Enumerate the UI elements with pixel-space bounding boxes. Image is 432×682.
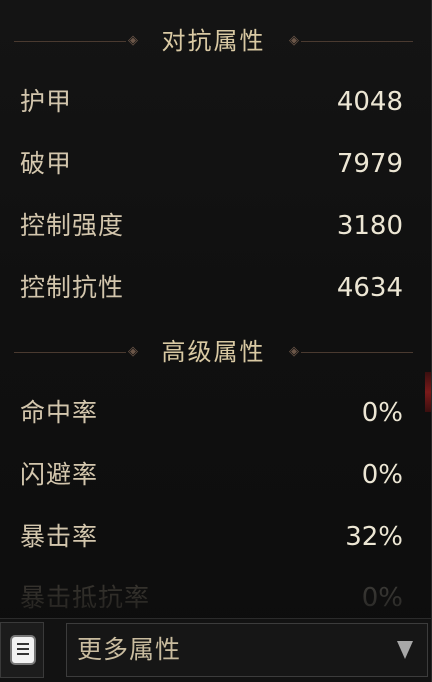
chevron-down-icon [397,641,413,659]
more-attributes-dropdown[interactable]: 更多属性 [66,623,428,677]
stat-row-control-resist: 控制抗性 4634 [20,268,403,308]
bottom-bar: 更多属性 [0,618,431,682]
stat-label: 护甲 [20,87,73,116]
stat-row-control-strength: 控制强度 3180 [20,206,403,246]
document-icon [12,637,34,663]
dropdown-label: 更多属性 [77,635,182,664]
stat-value: 4634 [336,273,403,303]
stat-value: 3180 [336,211,403,241]
stat-row-armor: 护甲 4048 [20,82,403,122]
ornament-icon: ◈ [289,344,299,359]
stat-label: 命中率 [20,398,99,427]
stat-row-dodge-rate: 闪避率 0% [20,455,403,495]
stat-row-crit-resist: 暴击抵抗率 0% [20,578,403,618]
stat-label: 控制抗性 [20,273,125,302]
stat-label: 暴击抵抗率 [20,583,151,612]
divider-line [301,352,413,353]
attributes-panel: ◈ 对抗属性 ◈ 护甲 4048 破甲 7979 控制强度 3180 控制抗性 … [0,0,432,682]
stat-row-crit-rate: 暴击率 32% [20,517,403,557]
stat-label: 闪避率 [20,460,99,489]
stat-value: 0% [361,583,403,613]
stat-row-hit-rate: 命中率 0% [20,393,403,433]
ornament-icon: ◈ [289,33,299,48]
stat-row-armor-penetration: 破甲 7979 [20,144,403,184]
stat-value: 0% [361,398,403,428]
divider-line [301,41,413,42]
stat-value: 4048 [336,87,403,117]
stat-label: 暴击率 [20,522,99,551]
stat-value: 32% [345,522,403,552]
stat-value: 7979 [336,149,403,179]
section-header-combat: ◈ 对抗属性 ◈ [14,26,413,56]
stat-value: 0% [361,460,403,490]
document-button[interactable] [0,622,44,678]
stat-label: 破甲 [20,149,73,178]
stat-label: 控制强度 [20,211,125,240]
section-header-advanced: ◈ 高级属性 ◈ [14,337,413,367]
edge-accent [425,372,431,412]
